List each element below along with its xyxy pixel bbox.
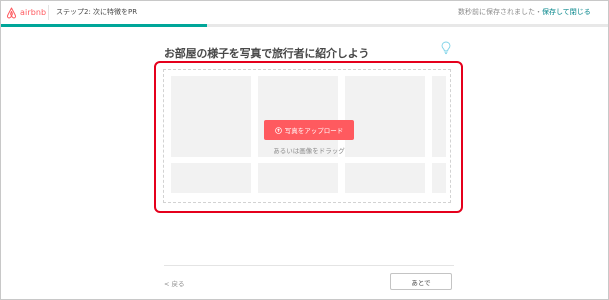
- highlight-box: [154, 61, 463, 213]
- step-title: ステップ2: 次に特徴をPR: [56, 8, 138, 16]
- progress-fill: [1, 24, 208, 27]
- lightbulb-icon[interactable]: [441, 41, 451, 55]
- later-button[interactable]: あとで: [390, 273, 452, 290]
- autosave-status: 数秒前に保存されました・: [458, 8, 542, 16]
- app-window: airbnb ステップ2: 次に特徴をPR 数秒前に保存されました・保存して閉じ…: [0, 0, 609, 300]
- footer-divider: [164, 265, 454, 266]
- logo-text: airbnb: [20, 8, 47, 17]
- save-and-exit-link[interactable]: 保存して閉じる: [542, 8, 591, 16]
- header-divider: [48, 5, 49, 20]
- back-link[interactable]: < 戻る: [164, 278, 185, 288]
- save-status-area: 数秒前に保存されました・保存して閉じる: [458, 7, 591, 17]
- airbnb-logo-icon: [7, 7, 16, 18]
- airbnb-logo[interactable]: airbnb: [6, 5, 46, 20]
- page-heading: お部屋の様子を写真で旅行者に紹介しよう: [164, 47, 370, 60]
- top-bar: airbnb ステップ2: 次に特徴をPR 数秒前に保存されました・保存して閉じ…: [1, 1, 608, 25]
- progress-bar: [1, 24, 608, 27]
